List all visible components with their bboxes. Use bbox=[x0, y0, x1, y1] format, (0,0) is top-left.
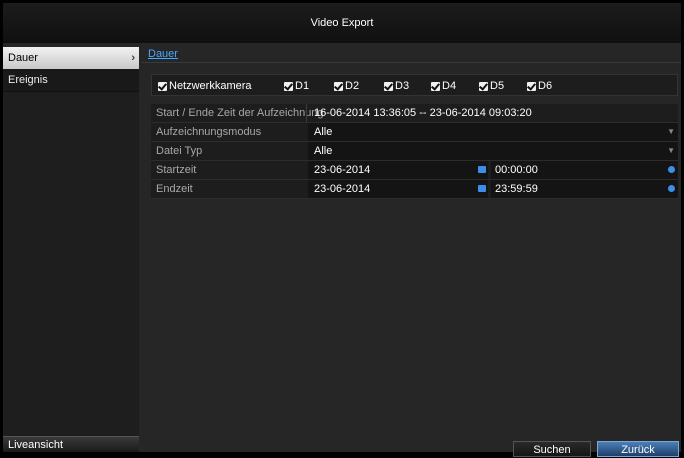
record-mode-row: Aufzeichnungsmodus Alle ▼ bbox=[151, 123, 678, 142]
dropdown-arrow-icon: ▼ bbox=[667, 127, 675, 136]
sidebar: Dauer › Ereignis Liveansicht bbox=[3, 47, 139, 452]
start-time-row: Startzeit 23-06-2014 00:00:00 bbox=[151, 161, 678, 180]
sidebar-item-ereignis[interactable]: Ereignis bbox=[3, 69, 139, 92]
clock-icon[interactable] bbox=[668, 185, 675, 192]
dropdown-arrow-icon: ▼ bbox=[667, 146, 675, 155]
checkbox-checked-icon bbox=[527, 81, 536, 91]
sidebar-item-label: Ereignis bbox=[8, 74, 48, 86]
checkbox-checked-icon bbox=[479, 81, 488, 91]
channel-label: D4 bbox=[442, 80, 457, 92]
checkbox-checked-icon bbox=[384, 81, 393, 91]
record-range-value: 16-06-2014 13:36:05 -- 23-06-2014 09:03:… bbox=[314, 107, 532, 119]
tab-divider bbox=[142, 62, 681, 63]
video-export-window: Video Export Dauer › Ereignis Liveansich… bbox=[3, 3, 681, 457]
start-time-field[interactable]: 00:00:00 bbox=[491, 161, 678, 179]
channel-d5-checkbox[interactable]: D5 bbox=[479, 80, 504, 92]
field-separator bbox=[306, 104, 307, 122]
title-bar: Video Export bbox=[3, 3, 681, 43]
record-mode-value: Alle bbox=[314, 126, 333, 138]
channel-label: D6 bbox=[538, 80, 553, 92]
chevron-right-icon: › bbox=[131, 52, 135, 64]
record-range-row: Start / Ende Zeit der Aufzeichnung 16-06… bbox=[151, 104, 678, 123]
record-mode-select[interactable]: Alle ▼ bbox=[308, 123, 678, 141]
channel-d2-checkbox[interactable]: D2 bbox=[334, 80, 359, 92]
end-time-value: 23:59:59 bbox=[495, 183, 538, 195]
export-form: Start / Ende Zeit der Aufzeichnung 16-06… bbox=[151, 104, 678, 199]
file-type-label: Datei Typ bbox=[156, 145, 203, 157]
network-camera-checkbox[interactable]: Netzwerkkamera bbox=[158, 80, 252, 92]
camera-selection-row: Netzwerkkamera D1 D2 D3 D4 D5 D6 bbox=[151, 74, 678, 96]
channel-d3-checkbox[interactable]: D3 bbox=[384, 80, 409, 92]
checkbox-checked-icon bbox=[431, 81, 440, 91]
clock-icon[interactable] bbox=[668, 166, 675, 173]
end-time-label: Endzeit bbox=[156, 183, 193, 195]
checkbox-checked-icon bbox=[158, 81, 167, 91]
start-time-label: Startzeit bbox=[156, 164, 197, 176]
sidebar-item-label: Dauer bbox=[8, 52, 38, 64]
end-time-row: Endzeit 23-06-2014 23:59:59 bbox=[151, 180, 678, 199]
calendar-icon[interactable] bbox=[478, 185, 486, 192]
record-mode-label: Aufzeichnungsmodus bbox=[156, 126, 262, 138]
end-time-field[interactable]: 23:59:59 bbox=[491, 180, 678, 198]
start-time-value: 00:00:00 bbox=[495, 164, 538, 176]
channel-d6-checkbox[interactable]: D6 bbox=[527, 80, 552, 92]
channel-label: D3 bbox=[395, 80, 410, 92]
file-type-row: Datei Typ Alle ▼ bbox=[151, 142, 678, 161]
network-camera-label: Netzwerkkamera bbox=[169, 80, 252, 92]
start-date-value: 23-06-2014 bbox=[314, 164, 371, 176]
tab-dauer[interactable]: Dauer bbox=[148, 47, 178, 61]
live-view-button[interactable]: Liveansicht bbox=[3, 436, 139, 452]
end-date-field[interactable]: 23-06-2014 bbox=[308, 180, 488, 198]
channel-d1-checkbox[interactable]: D1 bbox=[284, 80, 309, 92]
file-type-value: Alle bbox=[314, 145, 333, 157]
channel-label: D5 bbox=[490, 80, 505, 92]
file-type-select[interactable]: Alle ▼ bbox=[308, 142, 678, 160]
end-date-value: 23-06-2014 bbox=[314, 183, 371, 195]
main-panel: Dauer Netzwerkkamera D1 D2 D3 D4 D5 D6 S… bbox=[142, 47, 681, 457]
window-title: Video Export bbox=[310, 17, 374, 29]
channel-d4-checkbox[interactable]: D4 bbox=[431, 80, 456, 92]
checkbox-checked-icon bbox=[334, 81, 343, 91]
channel-label: D1 bbox=[295, 80, 310, 92]
sidebar-item-dauer[interactable]: Dauer › bbox=[3, 47, 139, 69]
calendar-icon[interactable] bbox=[478, 166, 486, 173]
record-range-label: Start / Ende Zeit der Aufzeichnung bbox=[156, 107, 324, 119]
start-date-field[interactable]: 23-06-2014 bbox=[308, 161, 488, 179]
checkbox-checked-icon bbox=[284, 81, 293, 91]
channel-label: D2 bbox=[345, 80, 360, 92]
